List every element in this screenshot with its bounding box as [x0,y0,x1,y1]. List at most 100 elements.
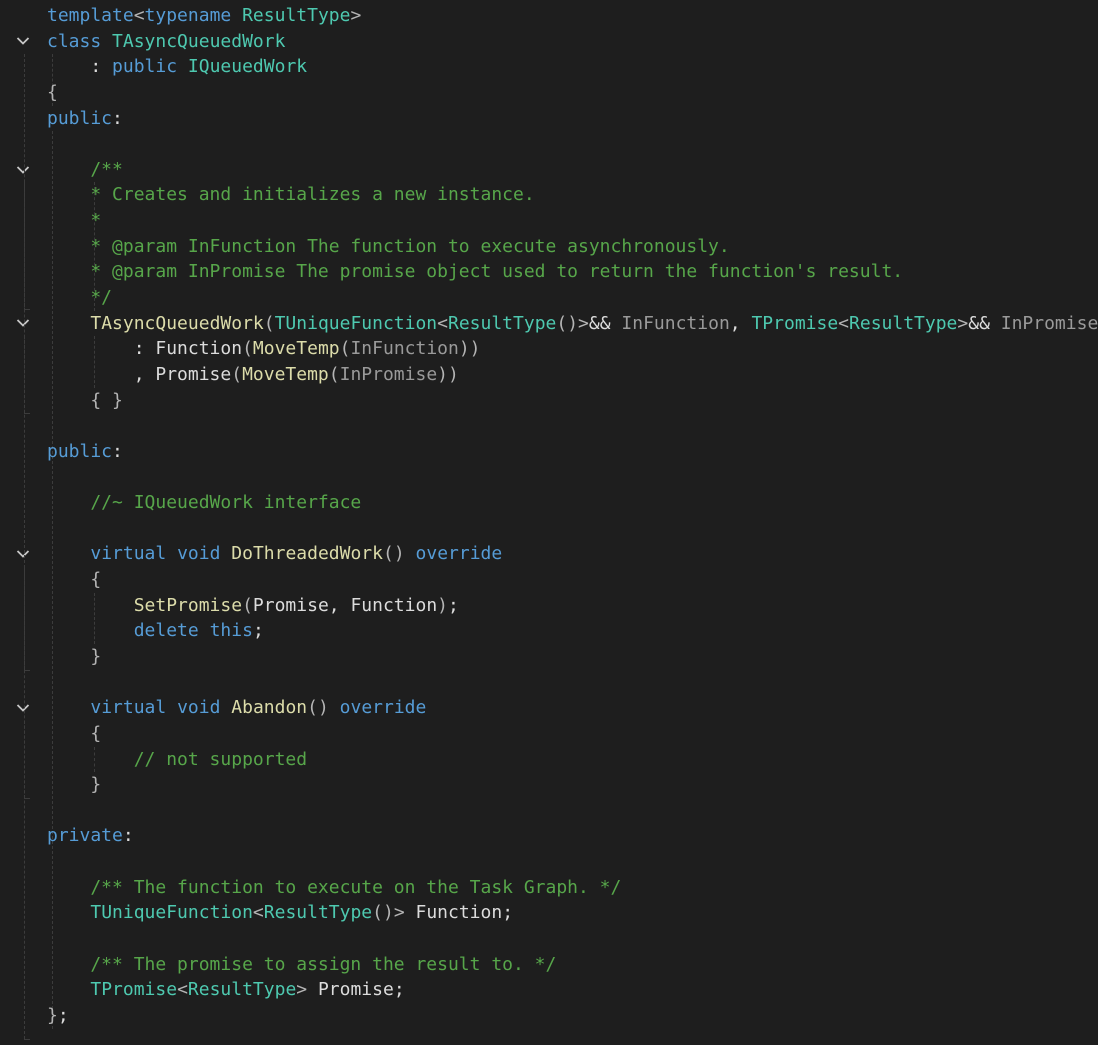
fold-range-line [24,336,25,414]
code-token: () [307,697,329,719]
fold-end-tick [24,413,30,415]
code-token: ResultType [187,979,297,1001]
code-token: } [90,774,102,796]
code-token: Abandon [231,697,308,719]
code-token: : [122,825,134,847]
code-token: InFunction [621,312,730,334]
code-text: TUniqueFunction<ResultType()> Function; [47,900,513,926]
code-token: ( [242,594,253,616]
code-token: ; [57,1004,69,1026]
code-text: virtual void Abandon() override [47,695,426,721]
fold-end-tick [24,308,30,310]
chevron-down-icon[interactable] [14,311,32,337]
code-token: /** The function to execute on the Task … [47,876,622,898]
code-token: () [382,543,405,565]
code-token: TAsyncQueuedWork [112,30,286,52]
code-token: < [437,312,448,334]
code-token: override [415,543,503,565]
code-token: { [90,722,102,744]
code-text: public: [47,439,123,465]
code-token: // not supported [47,748,308,770]
code-token: < [177,979,188,1001]
code-token: Promise, Function [252,594,438,616]
code-text: TAsyncQueuedWork(TUniqueFunction<ResultT… [47,311,1098,337]
code-text: , Promise(MoveTemp(InPromise)) [47,362,459,388]
code-token: //~ IQueuedWork interface [47,492,362,514]
code-token: > [296,979,308,1001]
code-token: InPromise [339,363,438,385]
code-token: TAsyncQueuedWork [90,312,264,334]
code-token: virtual [90,543,167,565]
code-token: * [47,210,102,232]
code-token: IQueuedWork [187,56,308,78]
code-token: TUniqueFunction [274,312,438,334]
code-token: TPromise [751,312,839,334]
code-text: public: [47,106,123,132]
chevron-down-icon[interactable] [14,157,32,183]
code-text: * [47,208,101,234]
code-token: : [47,56,113,78]
code-token: ( [328,363,340,385]
code-token: ; [252,620,264,642]
code-text: private: [47,823,134,849]
code-text: { [47,721,101,747]
code-token: MoveTemp [252,338,340,360]
code-text: : Function(MoveTemp(InFunction)) [47,336,481,362]
chevron-down-icon[interactable] [14,541,32,567]
code-token: void [177,697,221,719]
code-text: delete this; [47,618,264,644]
code-text: * Creates and initializes a new instance… [47,182,535,208]
code-text: * @param InFunction The function to exec… [47,234,729,260]
code-token: : Function [47,338,243,360]
code-token: } [90,646,102,667]
code-token: typename [144,5,232,26]
code-token: ResultType [263,902,373,924]
code-text: { [47,567,101,593]
code-token: public [47,107,113,129]
code-token: public [47,440,113,462]
code-text: virtual void DoThreadedWork() override [47,541,502,567]
code-token: , [729,312,752,334]
code-text: * @param InPromise The promise object us… [47,259,903,285]
code-token: : [112,107,123,129]
code-token: , Promise [47,363,232,385]
code-token: { [90,569,102,591]
code-token: TPromise [90,979,178,1001]
code-token: : [112,440,123,462]
code-token: > [350,5,362,26]
chevron-down-icon[interactable] [14,29,32,55]
code-token: ( [339,338,351,360]
code-token: this [209,620,253,642]
code-token: /** [47,158,123,180]
code-token: { [47,81,58,103]
code-token: InFunction [350,338,459,360]
code-text: class TAsyncQueuedWork [47,29,285,55]
code-editor[interactable]: template<typename ResultType> class TAsyn… [0,0,1098,1045]
code-text: /** [47,157,123,183]
code-token: ResultType [448,312,557,334]
code-token: Promise; [307,979,405,1001]
chevron-down-icon[interactable] [14,695,32,721]
fold-range-line [24,567,25,670]
code-token: class [47,30,102,52]
fold-range-line [24,720,25,798]
code-text: } [47,772,101,798]
code-token: < [252,902,264,924]
code-token: TUniqueFunction [90,902,253,924]
code-token: * Creates and initializes a new instance… [47,184,535,206]
code-token: /** The promise to assign the result to.… [47,953,557,975]
code-text: template<typename ResultType> [47,3,361,29]
